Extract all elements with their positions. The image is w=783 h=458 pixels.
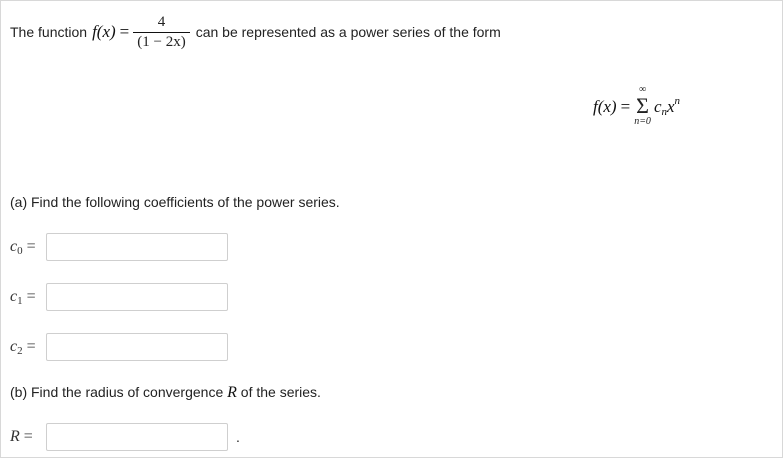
radius-label: R = <box>10 428 33 445</box>
part-b-prompt: (b) Find the radius of convergence R of … <box>10 384 321 401</box>
c2-label: c2 = <box>10 337 36 357</box>
trailing-period: . <box>236 429 240 445</box>
series-term: cnxn <box>654 95 680 118</box>
c1-row: c1 = <box>10 282 228 312</box>
c2-row: c2 = <box>10 332 228 362</box>
problem-statement: The function f(x) = 4 (1 − 2x) can be re… <box>10 13 501 51</box>
term-exponent: n <box>674 95 681 107</box>
part-a-prompt: (a) Find the following coefficients of t… <box>10 194 340 210</box>
fraction-bar <box>133 32 190 33</box>
c1-input[interactable] <box>46 283 228 311</box>
radius-symbol: R <box>227 384 237 401</box>
fraction-denominator: (1 − 2x) <box>137 34 186 50</box>
power-series-formula: f(x) = ∞ Σ n=0 cnxn <box>593 85 680 128</box>
fraction: 4 (1 − 2x) <box>133 14 190 50</box>
question-panel: The function f(x) = 4 (1 − 2x) can be re… <box>0 0 783 458</box>
c1-label: c1 = <box>10 287 36 307</box>
intro-prefix: The function <box>10 24 88 40</box>
function-name: f(x) <box>92 22 116 41</box>
radius-input[interactable] <box>46 423 228 451</box>
intro-suffix: can be represented as a power series of … <box>195 24 501 40</box>
c2-input[interactable] <box>46 333 228 361</box>
sum-lower-limit: n=0 <box>634 116 651 127</box>
series-lhs: f(x) <box>593 96 617 116</box>
summation: ∞ Σ n=0 <box>634 85 651 128</box>
equals-sign: = <box>119 22 130 41</box>
c0-row: c0 = <box>10 232 228 262</box>
radius-row: R = . <box>10 422 240 452</box>
series-equals: = <box>620 96 631 116</box>
sigma-symbol: Σ <box>636 93 649 118</box>
c0-input[interactable] <box>46 233 228 261</box>
term-variable: x <box>666 97 675 116</box>
c0-label: c0 = <box>10 237 36 257</box>
fraction-numerator: 4 <box>157 14 166 30</box>
